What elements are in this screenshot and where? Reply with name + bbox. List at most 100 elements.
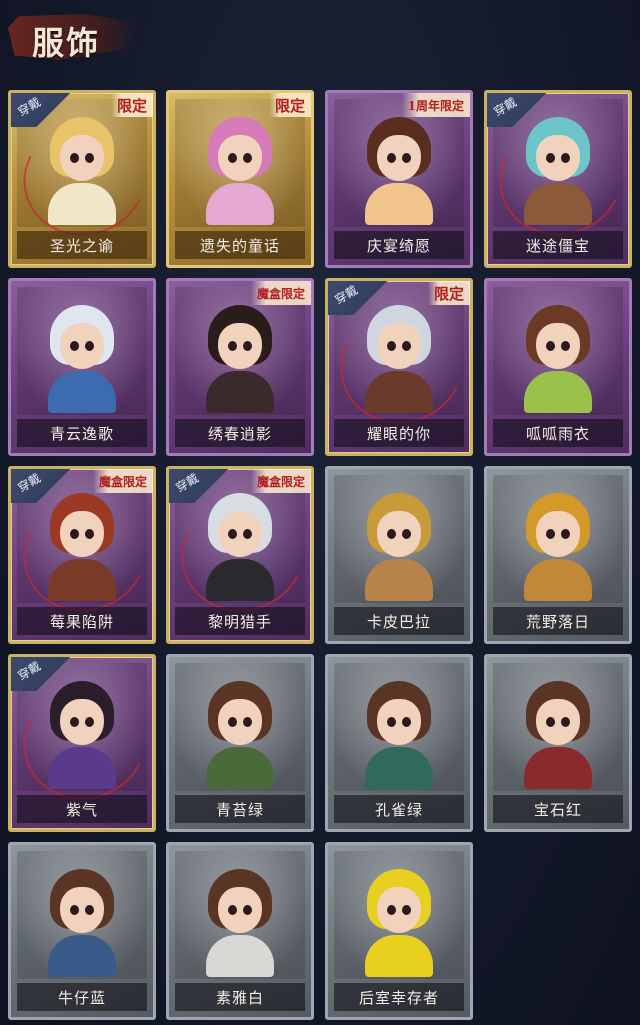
costume-card[interactable]: 青苔绿	[166, 654, 314, 832]
character-portrait	[44, 117, 120, 225]
character-outfit	[206, 747, 274, 789]
limited-tag: 限定	[110, 93, 153, 117]
costume-card[interactable]: 迷途僵宝 穿戴	[484, 90, 632, 268]
character-face	[536, 699, 580, 745]
character-eye	[243, 341, 252, 351]
character-face	[60, 135, 104, 181]
character-portrait	[361, 681, 437, 789]
character-portrait	[361, 869, 437, 977]
costume-card[interactable]: 耀眼的你 穿戴 限定	[325, 278, 473, 456]
costume-card[interactable]: 青云逸歌	[8, 278, 156, 456]
character-outfit	[524, 559, 592, 601]
character-eye	[243, 905, 252, 915]
costume-artwork	[493, 475, 623, 603]
costume-name: 青苔绿	[175, 795, 305, 823]
costume-artwork	[175, 851, 305, 979]
character-face	[218, 323, 262, 369]
character-portrait	[202, 493, 278, 601]
costume-card[interactable]: 素雅白	[166, 842, 314, 1020]
costume-card[interactable]: 庆宴绮愿 1周年限定	[325, 90, 473, 268]
costume-name: 后室幸存者	[334, 983, 464, 1011]
character-face	[218, 699, 262, 745]
worn-badge-label: 穿戴	[15, 94, 44, 119]
character-eye	[402, 717, 411, 727]
costume-card[interactable]: 绣春逍影 魔盒限定	[166, 278, 314, 456]
character-outfit	[206, 559, 274, 601]
character-face	[377, 511, 421, 557]
worn-badge: 穿戴	[11, 93, 75, 127]
character-outfit	[365, 559, 433, 601]
character-portrait	[202, 869, 278, 977]
character-outfit	[206, 935, 274, 977]
costume-card[interactable]: 呱呱雨衣	[484, 278, 632, 456]
character-eye	[387, 341, 396, 351]
character-outfit	[524, 747, 592, 789]
header: 服饰	[0, 0, 180, 70]
character-portrait	[44, 305, 120, 413]
character-portrait	[202, 681, 278, 789]
costume-card[interactable]: 牛仔蓝	[8, 842, 156, 1020]
character-eye	[228, 341, 237, 351]
character-eye	[546, 717, 555, 727]
character-outfit	[365, 183, 433, 225]
character-face	[536, 511, 580, 557]
costume-name: 宝石红	[493, 795, 623, 823]
costume-name: 青云逸歌	[17, 419, 147, 447]
character-portrait	[202, 305, 278, 413]
worn-badge-label: 穿戴	[491, 94, 520, 119]
character-outfit	[48, 747, 116, 789]
costume-artwork	[175, 287, 305, 415]
costume-name: 庆宴绮愿	[334, 231, 464, 259]
costume-artwork	[334, 475, 464, 603]
costume-artwork	[334, 851, 464, 979]
character-face	[218, 887, 262, 933]
character-face	[536, 135, 580, 181]
costume-card[interactable]: 后室幸存者	[325, 842, 473, 1020]
costume-name: 绣春逍影	[175, 419, 305, 447]
character-eye	[387, 905, 396, 915]
character-eye	[561, 153, 570, 163]
worn-badge-label: 穿戴	[173, 470, 202, 495]
character-portrait	[520, 681, 596, 789]
costume-card[interactable]: 紫气 穿戴	[8, 654, 156, 832]
character-eye	[85, 905, 94, 915]
character-eye	[561, 529, 570, 539]
character-eye	[402, 153, 411, 163]
costume-artwork	[334, 663, 464, 791]
character-eye	[243, 153, 252, 163]
character-eye	[85, 153, 94, 163]
costume-card[interactable]: 黎明猎手 穿戴 魔盒限定	[166, 466, 314, 644]
costume-artwork	[17, 851, 147, 979]
character-eye	[85, 717, 94, 727]
costume-card[interactable]: 圣光之谕 穿戴 限定	[8, 90, 156, 268]
costume-screen: 服饰 圣光之谕 穿戴 限定 遗失的童话 限定 庆宴绮愿 1周年限定 迷途僵宝 穿戴 青云逸歌 绣春逍…	[0, 0, 640, 1025]
costume-card[interactable]: 莓果陷阱 穿戴 魔盒限定	[8, 466, 156, 644]
character-eye	[402, 341, 411, 351]
costume-name: 紫气	[17, 795, 147, 823]
character-portrait	[361, 117, 437, 225]
costume-card[interactable]: 遗失的童话 限定	[166, 90, 314, 268]
costume-card[interactable]: 宝石红	[484, 654, 632, 832]
character-outfit	[365, 935, 433, 977]
costume-name: 荒野落日	[493, 607, 623, 635]
limited-tag: 魔盒限定	[92, 469, 153, 493]
costume-artwork	[17, 287, 147, 415]
character-eye	[70, 529, 79, 539]
costume-name: 素雅白	[175, 983, 305, 1011]
character-eye	[561, 341, 570, 351]
character-outfit	[48, 371, 116, 413]
character-face	[218, 511, 262, 557]
costume-name: 呱呱雨衣	[493, 419, 623, 447]
character-eye	[546, 529, 555, 539]
character-eye	[243, 529, 252, 539]
costume-card[interactable]: 孔雀绿	[325, 654, 473, 832]
character-eye	[387, 529, 396, 539]
character-outfit	[524, 371, 592, 413]
costume-card[interactable]: 卡皮巴拉	[325, 466, 473, 644]
costume-card[interactable]: 荒野落日	[484, 466, 632, 644]
worn-badge: 穿戴	[11, 657, 75, 691]
page-title: 服饰	[32, 24, 101, 62]
costume-name: 卡皮巴拉	[334, 607, 464, 635]
character-portrait	[520, 493, 596, 601]
costume-name: 圣光之谕	[17, 231, 147, 259]
